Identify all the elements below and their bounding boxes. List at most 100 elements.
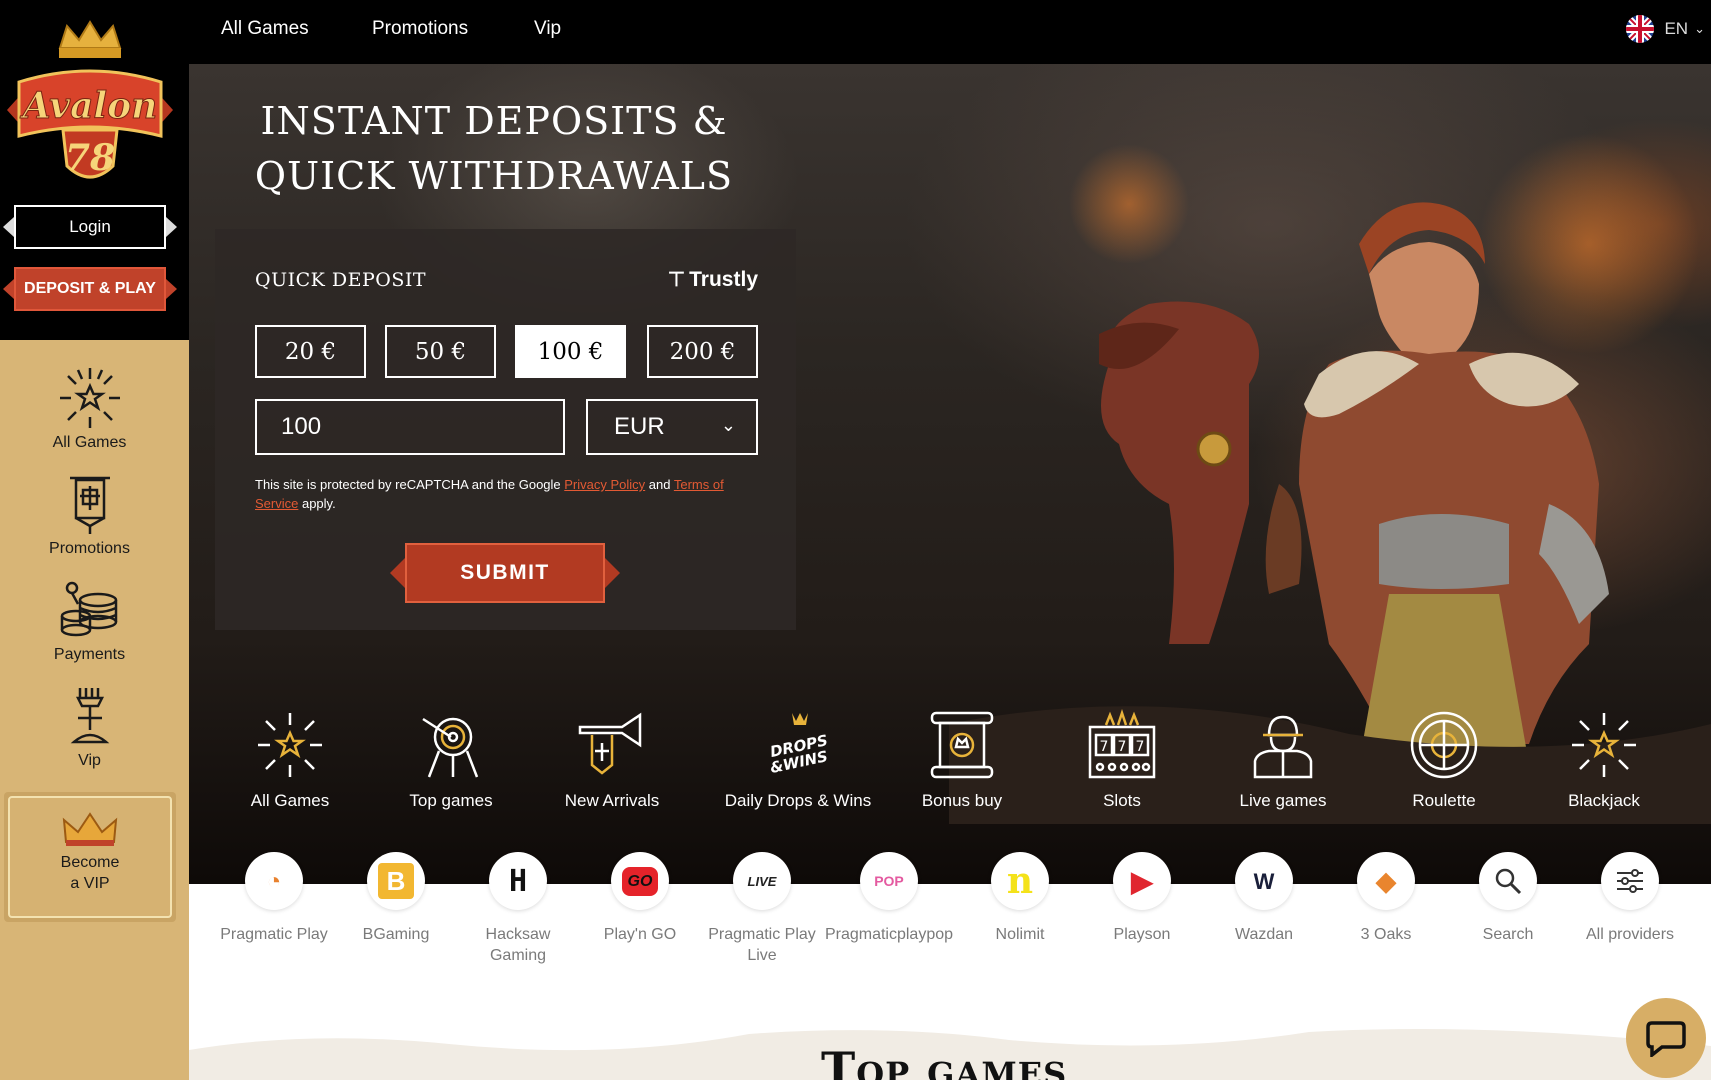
nav-promotions[interactable]: Promotions	[372, 18, 468, 40]
search-icon	[1479, 852, 1537, 910]
hero-banner: INSTANT DEPOSITS & QUICK WITHDRAWALS QUI…	[189, 64, 1711, 884]
starburst-icon	[258, 713, 322, 777]
provider-pragmaticplaypop[interactable]: POP Pragmaticplaypop	[824, 852, 954, 945]
trustly-logo: ⊤ Trustly	[668, 267, 758, 292]
submit-button[interactable]: SUBMIT	[390, 543, 620, 603]
target-arrow-icon	[422, 717, 479, 778]
terms-link-line2: Service	[255, 496, 299, 511]
provider-nolimit[interactable]: n Nolimit	[960, 852, 1080, 945]
hero-title-line2: QUICK WITHDRAWALS	[254, 154, 734, 198]
provider-label: BGaming	[362, 926, 430, 943]
provider-label-line2: Live	[747, 947, 777, 964]
bgaming-logo-glyph: B	[378, 863, 414, 899]
provider-wazdan[interactable]: W Wazdan	[1204, 852, 1324, 945]
search-glyph	[1495, 868, 1522, 895]
recaptcha-text-3: apply.	[298, 496, 336, 511]
category-all-games[interactable]: All Games	[230, 709, 350, 811]
dealer-icon	[1253, 715, 1313, 779]
login-button[interactable]: Login	[3, 205, 177, 249]
sidebar-item-payments[interactable]: Payments	[0, 578, 179, 664]
svg-text:78: 78	[65, 137, 115, 179]
terms-link-line1: Terms of	[673, 477, 724, 492]
category-live-games[interactable]: Live games	[1223, 709, 1343, 811]
sidebar-item-all-games[interactable]: All Games	[0, 366, 179, 452]
provider-label-line2: Gaming	[489, 947, 547, 964]
trustly-icon: ⊤	[667, 269, 686, 291]
sidebar-item-vip[interactable]: Vip	[0, 684, 179, 770]
category-roulette[interactable]: Roulette	[1384, 709, 1504, 811]
become-vip-card[interactable]: Become a VIP	[4, 792, 176, 922]
hacksaw-logo: H	[489, 852, 547, 910]
avalon-logo[interactable]: Avalon 78	[5, 18, 175, 190]
scroll-icon	[930, 711, 994, 779]
hero-title-line1: INSTANT DEPOSITS &	[260, 99, 728, 143]
sidebar-item-label: Promotions	[49, 540, 130, 557]
deposit-amount-input[interactable]	[255, 399, 565, 455]
starburst-icon	[1572, 713, 1636, 777]
amount-50-button[interactable]: 50 €	[385, 325, 496, 378]
category-new-arrivals[interactable]: New Arrivals	[552, 709, 672, 811]
provider-playson[interactable]: ▶ Playson	[1082, 852, 1202, 945]
nav-all-games[interactable]: All Games	[221, 18, 309, 40]
provider-search[interactable]: Search	[1448, 852, 1568, 945]
svg-text:7: 7	[1136, 739, 1145, 755]
slot-machine-icon: 7 7 7	[1088, 709, 1156, 779]
privacy-policy-link[interactable]: Privacy Policy	[564, 477, 645, 492]
sword-icon	[70, 688, 109, 744]
currency-select[interactable]: EUR ⌄	[586, 399, 758, 455]
provider-label: 3 Oaks	[1360, 926, 1412, 943]
sliders-glyph	[1617, 869, 1643, 893]
amount-100-button[interactable]: 100 €	[515, 325, 626, 378]
recaptcha-notice: This site is protected by reCAPTCHA and …	[255, 475, 755, 513]
provider-label: Play'n GO	[603, 926, 677, 943]
roulette-wheel-icon	[1410, 711, 1478, 779]
category-label: Roulette	[1412, 791, 1476, 810]
sidebar-item-promotions[interactable]: Promotions	[0, 472, 179, 558]
svg-text:7: 7	[1100, 739, 1109, 755]
provider-label: Nolimit	[995, 926, 1045, 943]
vip-card-line1: Become	[60, 854, 120, 871]
hero-title: INSTANT DEPOSITS & QUICK WITHDRAWALS	[239, 94, 749, 204]
category-blackjack[interactable]: Blackjack	[1544, 709, 1664, 811]
quick-deposit-title: QUICK DEPOSIT	[255, 269, 427, 291]
submit-label: SUBMIT	[460, 561, 550, 584]
uk-flag-icon	[1626, 15, 1655, 43]
provider-pragmatic-play-live[interactable]: LIVE Pragmatic Play Live	[702, 852, 822, 966]
nav-vip[interactable]: Vip	[534, 18, 561, 40]
bgaming-logo: B	[367, 852, 425, 910]
top-navigation: All Games Promotions Vip EN ⌄	[189, 0, 1711, 64]
category-top-games[interactable]: Top games	[391, 709, 511, 811]
provider-all-providers[interactable]: All providers	[1570, 852, 1690, 945]
category-label: Bonus buy	[921, 791, 1003, 810]
starburst-icon	[59, 368, 120, 428]
provider-playn-go[interactable]: GO Play'n GO	[580, 852, 700, 945]
trustly-label: Trustly	[689, 267, 758, 291]
provider-label: Pragmatic Play	[220, 926, 328, 943]
deposit-play-button[interactable]: DEPOSIT & PLAY	[3, 267, 177, 311]
category-bonus-buy[interactable]: Bonus buy	[902, 709, 1022, 811]
playn-go-logo: GO	[611, 852, 669, 910]
pragmatic-pop-logo: POP	[860, 852, 918, 910]
live-chat-button[interactable]	[1626, 998, 1706, 1078]
provider-label: Wazdan	[1234, 926, 1294, 943]
provider-hacksaw-gaming[interactable]: H Hacksaw Gaming	[458, 852, 578, 966]
three-oaks-logo: ◆	[1357, 852, 1415, 910]
sliders-icon	[1601, 852, 1659, 910]
provider-3-oaks[interactable]: ◆ 3 Oaks	[1326, 852, 1446, 945]
playson-logo: ▶	[1113, 852, 1171, 910]
become-vip-button[interactable]: Become a VIP	[8, 796, 172, 918]
language-selector[interactable]: EN ⌄	[1625, 14, 1705, 44]
sidebar-item-label: Vip	[78, 752, 101, 769]
category-label: Live games	[1239, 791, 1327, 810]
provider-label: Playson	[1113, 926, 1171, 943]
category-label: Top games	[409, 791, 493, 810]
provider-bgaming[interactable]: B BGaming	[336, 852, 456, 945]
category-slots[interactable]: 7 7 7 Slots	[1062, 709, 1182, 811]
category-daily-drops-wins[interactable]: DROPS &WINS Daily Drops & Wins	[713, 709, 883, 811]
provider-pragmatic-play[interactable]: ◔ Pragmatic Play	[214, 852, 334, 945]
amount-20-button[interactable]: 20 €	[255, 325, 366, 378]
pragmatic-live-logo: LIVE	[733, 852, 791, 910]
amount-200-button[interactable]: 200 €	[647, 325, 758, 378]
currency-value: EUR	[614, 413, 665, 440]
sidebar-item-label: Payments	[53, 646, 126, 663]
